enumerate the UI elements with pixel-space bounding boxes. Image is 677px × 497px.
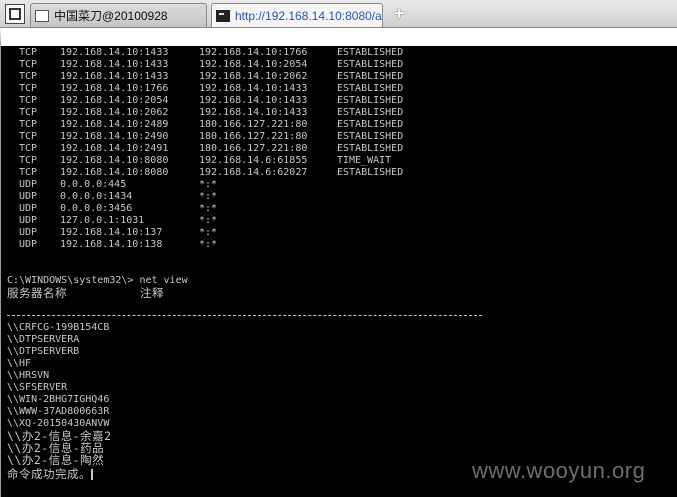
state-cell: ESTABLISHED: [337, 119, 404, 130]
state-cell: ESTABLISHED: [337, 107, 404, 118]
proto-cell: TCP: [19, 71, 38, 82]
proto-cell: TCP: [19, 47, 38, 58]
foreign-address-cell: 192.168.14.10:2062: [199, 71, 308, 82]
proto-cell: TCP: [19, 167, 38, 178]
foreign-address-cell: *:*: [199, 227, 218, 238]
local-address-cell: 192.168.14.10:2491: [60, 143, 169, 154]
tab-label: http://192.168.14.10:8080/a...: [235, 8, 383, 23]
local-address-cell: 0.0.0.0:3456: [60, 203, 133, 214]
local-address-cell: 192.168.14.10:1766: [60, 83, 169, 94]
proto-cell: TCP: [19, 83, 38, 94]
proto-cell: TCP: [19, 95, 38, 106]
done-text: 命令成功完成。: [7, 467, 93, 481]
local-address-cell: 192.168.14.10:2054: [60, 95, 169, 106]
proto-cell: TCP: [19, 59, 38, 70]
local-address-cell: 192.168.14.10:2489: [60, 119, 169, 130]
server-name: \\DTPSERVERB: [7, 346, 80, 357]
proto-cell: TCP: [19, 143, 38, 154]
state-cell: ESTABLISHED: [337, 143, 404, 154]
state-cell: ESTABLISHED: [337, 71, 404, 82]
foreign-address-cell: 192.168.14.10:1766: [199, 47, 308, 58]
server-name: \\办2-信息-陶然: [7, 453, 105, 467]
foreign-address-cell: *:*: [199, 203, 218, 214]
state-cell: TIME_WAIT: [337, 155, 392, 166]
foreign-address-cell: *:*: [199, 191, 218, 202]
server-name: \\HF: [7, 358, 32, 369]
state-cell: ESTABLISHED: [337, 83, 404, 94]
proto-cell: UDP: [19, 239, 38, 250]
separator-line: [7, 315, 482, 316]
local-address-cell: 192.168.14.10:1433: [60, 59, 169, 70]
foreign-address-cell: 192.168.14.6:61855: [199, 155, 308, 166]
server-name: \\SFSERVER: [7, 382, 68, 393]
state-cell: ESTABLISHED: [337, 131, 404, 142]
local-address-cell: 0.0.0.0:445: [60, 179, 127, 190]
state-cell: ESTABLISHED: [337, 47, 404, 58]
foreign-address-cell: 192.168.14.10:2054: [199, 59, 308, 70]
state-cell: ESTABLISHED: [337, 167, 404, 178]
tab-label: 中国菜刀@20100928: [54, 9, 168, 23]
server-name: \\DTPSERVERA: [7, 334, 80, 345]
foreign-address-cell: *:*: [199, 239, 218, 250]
sidebar-toggle-icon[interactable]: [5, 4, 25, 24]
proto-cell: TCP: [19, 131, 38, 142]
foreign-address-cell: 180.166.127.221:80: [199, 119, 308, 130]
column-remark: 注释: [140, 286, 164, 300]
foreign-address-cell: 180.166.127.221:80: [199, 131, 308, 142]
terminal-icon: [216, 9, 230, 22]
watermark: www.wooyun.org: [472, 458, 646, 483]
foreign-address-cell: *:*: [199, 179, 218, 190]
foreign-address-cell: 180.166.127.221:80: [199, 143, 308, 154]
state-cell: ESTABLISHED: [337, 95, 404, 106]
proto-cell: UDP: [19, 179, 38, 190]
local-address-cell: 0.0.0.0:1434: [60, 191, 133, 202]
server-name: \\HRSVN: [7, 370, 50, 381]
local-address-cell: 192.168.14.10:138: [60, 239, 163, 250]
local-address-cell: 127.0.0.1:1031: [60, 215, 145, 226]
local-address-cell: 192.168.14.10:1433: [60, 47, 169, 58]
tab-console-url[interactable]: http://192.168.14.10:8080/a...: [211, 3, 383, 27]
proto-cell: TCP: [19, 155, 38, 166]
foreign-address-cell: 192.168.14.10:1433: [199, 107, 308, 118]
browser-tab-bar: 中国菜刀@20100928 http://192.168.14.10:8080/…: [0, 0, 677, 28]
proto-cell: TCP: [19, 119, 38, 130]
text-cursor: [91, 469, 93, 480]
server-name: \\CRFCG-199B154CB: [7, 322, 110, 333]
new-tab-button[interactable]: +: [390, 2, 408, 24]
server-name: \\WWW-37AD800663R: [7, 406, 110, 417]
proto-cell: UDP: [19, 215, 38, 226]
column-server-name: 服务器名称: [7, 286, 67, 300]
local-address-cell: 192.168.14.10:2062: [60, 107, 169, 118]
proto-cell: UDP: [19, 227, 38, 238]
foreign-address-cell: *:*: [199, 215, 218, 226]
foreign-address-cell: 192.168.14.6:62027: [199, 167, 308, 178]
proto-cell: UDP: [19, 203, 38, 214]
page-icon: [35, 9, 49, 22]
tab-chopper[interactable]: 中国菜刀@20100928: [30, 3, 207, 27]
local-address-cell: 192.168.14.10:2490: [60, 131, 169, 142]
local-address-cell: 192.168.14.10:8080: [60, 155, 169, 166]
proto-cell: UDP: [19, 191, 38, 202]
proto-cell: TCP: [19, 107, 38, 118]
local-address-cell: 192.168.14.10:8080: [60, 167, 169, 178]
state-cell: ESTABLISHED: [337, 59, 404, 70]
local-address-cell: 192.168.14.10:1433: [60, 71, 169, 82]
server-name: \\WIN-2BHG7IGHQ46: [7, 394, 110, 405]
foreign-address-cell: 192.168.14.10:1433: [199, 95, 308, 106]
foreign-address-cell: 192.168.14.10:1433: [199, 83, 308, 94]
local-address-cell: 192.168.14.10:137: [60, 227, 163, 238]
